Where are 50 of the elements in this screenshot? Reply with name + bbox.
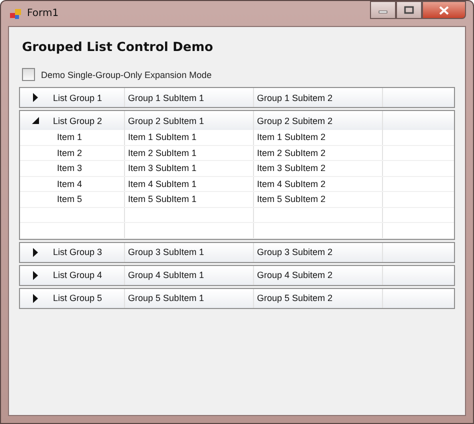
checkbox-label: Demo Single-Group-Only Expansion Mode bbox=[41, 70, 212, 80]
expanded-arrow-icon[interactable] bbox=[32, 117, 38, 124]
item-cell: Item 5 bbox=[50, 192, 125, 206]
app-icon bbox=[10, 8, 22, 20]
item-cell: Item 1 SubItem 2 bbox=[254, 130, 383, 144]
close-icon bbox=[439, 6, 449, 14]
item-cell: Item 3 SubItem 2 bbox=[254, 161, 383, 176]
item-cell: Item 3 SubItem 1 bbox=[125, 161, 254, 176]
group-header[interactable]: List Group 5 Group 5 SubItem 1 Group 5 Subitem 2 bbox=[20, 288, 454, 308]
item-cell: Item 4 SubItem 2 bbox=[254, 176, 383, 191]
group-cell: Group 1 Subitem 2 bbox=[254, 88, 383, 107]
group-cell: List Group 1 bbox=[50, 88, 125, 107]
maximize-icon bbox=[404, 6, 414, 14]
collapsed-arrow-icon[interactable] bbox=[32, 270, 38, 280]
group-cell: Group 4 Subitem 2 bbox=[254, 266, 383, 284]
close-button[interactable] bbox=[422, 1, 466, 19]
item-cell: Item 3 bbox=[50, 161, 125, 176]
group-cell: Group 2 SubItem 1 bbox=[125, 111, 254, 130]
maximize-button[interactable] bbox=[396, 1, 422, 19]
group-cell: List Group 3 bbox=[50, 242, 125, 262]
group-header[interactable]: List Group 2 Group 2 SubItem 1 Group 2 Subitem 2 bbox=[20, 111, 454, 130]
group-cell: Group 3 SubItem 1 bbox=[125, 242, 254, 262]
group-header[interactable]: List Group 3 Group 3 SubItem 1 Group 3 Subitem 2 bbox=[20, 242, 454, 262]
group-cell: Group 5 SubItem 1 bbox=[125, 288, 254, 308]
group-cell: Group 2 Subitem 2 bbox=[254, 111, 383, 130]
group-header[interactable]: List Group 4 Group 4 SubItem 1 Group 4 Subitem 2 bbox=[20, 266, 454, 284]
checkbox[interactable] bbox=[22, 68, 35, 81]
group-cell: Group 5 Subitem 2 bbox=[254, 288, 383, 308]
collapsed-arrow-icon[interactable] bbox=[32, 248, 38, 256]
group-cell: List Group 2 bbox=[50, 111, 125, 130]
item-cell: Item 4 bbox=[50, 176, 125, 191]
item-cell: Item 2 SubItem 2 bbox=[254, 146, 383, 160]
item-cell: Item 1 SubItem 1 bbox=[125, 130, 254, 144]
group-cell: List Group 5 bbox=[50, 288, 125, 308]
group-cell: Group 4 SubItem 1 bbox=[125, 266, 254, 284]
group-cell: List Group 4 bbox=[50, 266, 125, 284]
item-cell: Item 5 SubItem 1 bbox=[125, 192, 254, 206]
minimize-button[interactable] bbox=[370, 1, 396, 19]
item-cell: Item 2 bbox=[50, 146, 125, 160]
heading: Grouped List Control Demo bbox=[22, 39, 214, 54]
item-cell: Item 5 SubItem 2 bbox=[254, 192, 383, 206]
item-cell: Item 4 SubItem 1 bbox=[125, 176, 254, 191]
collapsed-arrow-icon[interactable] bbox=[32, 93, 38, 102]
group-cell: Group 1 SubItem 1 bbox=[125, 88, 254, 107]
item-cell: Item 1 bbox=[50, 130, 125, 144]
collapsed-arrow-icon[interactable] bbox=[32, 294, 38, 302]
group-header[interactable]: List Group 1 Group 1 SubItem 1 Group 1 Subitem 2 bbox=[20, 88, 454, 107]
window-title: Form1 bbox=[27, 8, 59, 19]
group-cell: Group 3 Subitem 2 bbox=[254, 242, 383, 262]
item-cell: Item 2 SubItem 1 bbox=[125, 146, 254, 160]
